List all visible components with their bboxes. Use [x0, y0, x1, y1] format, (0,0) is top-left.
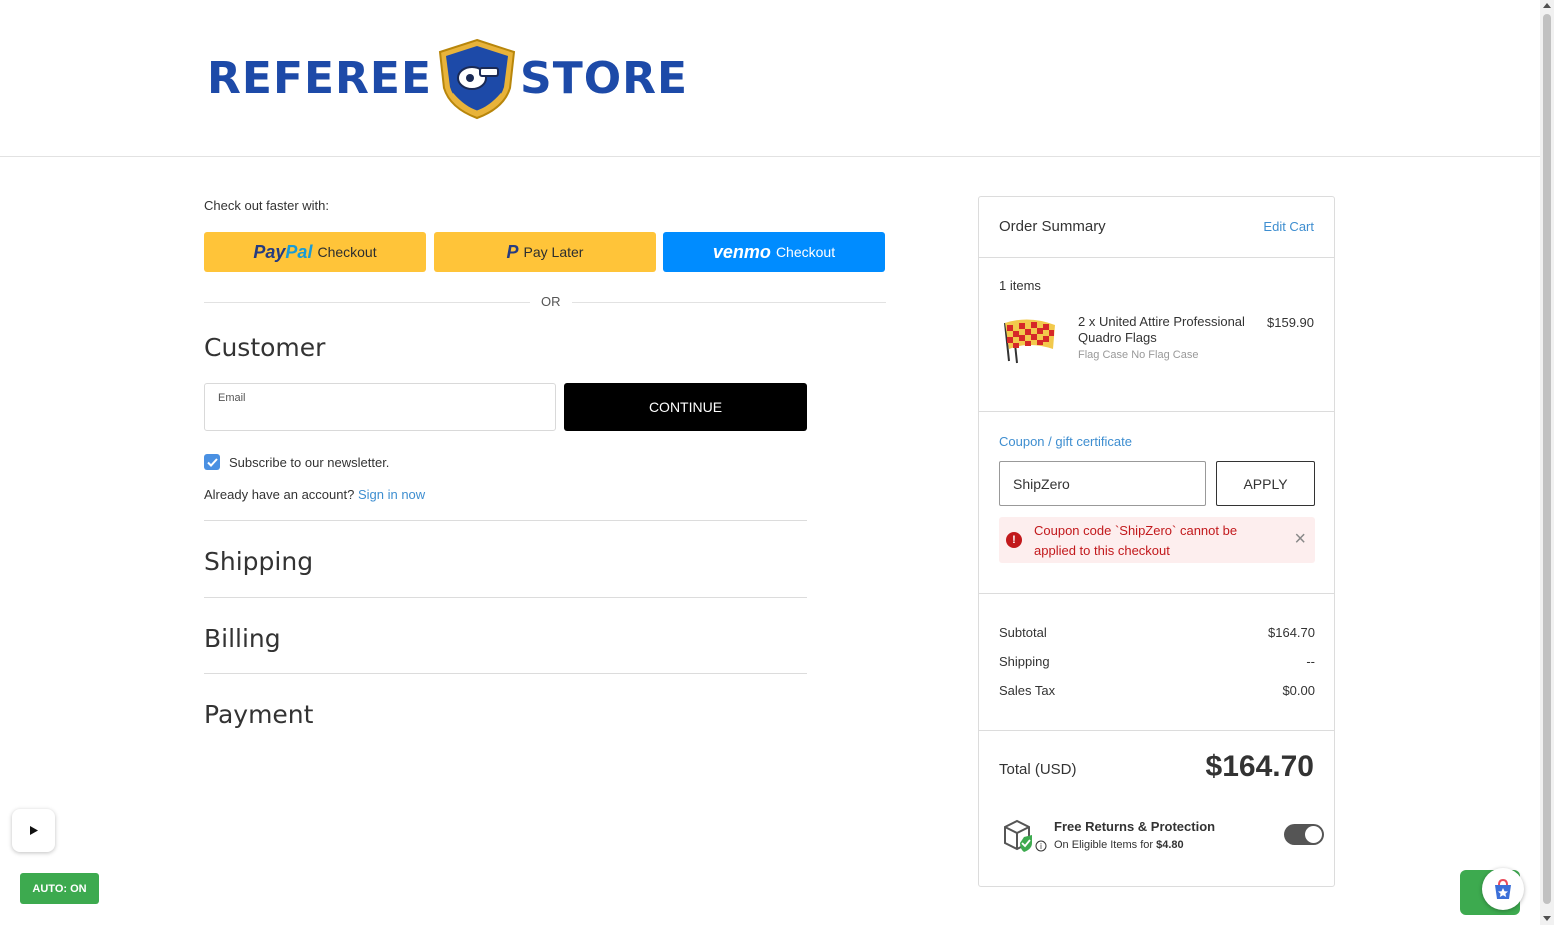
- product-price: $159.90: [1267, 315, 1314, 330]
- newsletter-row: Subscribe to our newsletter.: [204, 454, 389, 470]
- paypal-checkout-button[interactable]: PayPal Checkout: [204, 232, 426, 272]
- paypal-checkout-label: Checkout: [317, 244, 377, 260]
- product-name: 2 x United Attire Professional Quadro Fl…: [1078, 314, 1245, 345]
- checkered-flag-image: [1004, 319, 1055, 364]
- toggle-knob: [1305, 826, 1322, 843]
- express-checkout-label: Check out faster with:: [204, 198, 329, 213]
- play-button[interactable]: [12, 809, 55, 852]
- coupon-input[interactable]: [999, 461, 1206, 506]
- site-header: REFEREE STORE: [0, 0, 1540, 157]
- checkmark-icon: [206, 457, 218, 467]
- package-shield-icon: i: [1004, 819, 1047, 852]
- venmo-logo: venmo: [712, 241, 771, 262]
- scroll-up-icon[interactable]: [1543, 3, 1551, 8]
- shipping-row: Shipping --: [999, 654, 1315, 669]
- total-value: $164.70: [1205, 750, 1314, 783]
- subtotal-value: $164.70: [1268, 625, 1315, 640]
- order-summary-title: Order Summary: [999, 218, 1106, 235]
- error-icon: !: [1006, 532, 1022, 548]
- paypal-p-icon: P: [506, 241, 519, 262]
- subtotal-label: Subtotal: [999, 625, 1047, 640]
- summary-divider: [979, 593, 1334, 594]
- summary-divider: [979, 730, 1334, 731]
- store-logo[interactable]: REFEREE STORE: [207, 38, 697, 120]
- section-divider: [204, 597, 807, 598]
- or-text: OR: [530, 294, 572, 309]
- paypal-pay-later-button[interactable]: P Pay Later: [434, 232, 656, 272]
- close-icon[interactable]: ×: [1294, 529, 1306, 549]
- paypal-logo: PayPal: [253, 241, 313, 262]
- sign-in-link[interactable]: Sign in now: [358, 487, 425, 502]
- order-summary-header: Order Summary Edit Cart: [979, 197, 1334, 258]
- subtotal-row: Subtotal $164.70: [999, 625, 1315, 640]
- billing-title: Billing: [204, 624, 281, 653]
- shipping-title: Shipping: [204, 547, 314, 576]
- order-summary: Order Summary Edit Cart 1 items 2 x Unit…: [978, 196, 1335, 887]
- sales-tax-row: Sales Tax $0.00: [999, 683, 1315, 698]
- whistle-shield-icon: [438, 38, 516, 120]
- coupon-error-text: Coupon code `ShipZero` cannot be applied…: [1034, 523, 1238, 558]
- scroll-down-icon[interactable]: [1543, 916, 1551, 921]
- shipping-value: --: [1306, 654, 1315, 669]
- protection-price: $4.80: [1156, 839, 1184, 851]
- product-option: Flag Case No Flag Case: [1078, 349, 1199, 361]
- protection-subtitle: On Eligible Items for $4.80: [1054, 839, 1184, 851]
- section-divider: [204, 520, 807, 521]
- pay-later-label: Pay Later: [523, 244, 584, 260]
- auto-toggle-button[interactable]: AUTO: ON: [20, 873, 99, 904]
- logo-text-left: REFEREE: [207, 53, 433, 104]
- section-divider: [204, 673, 807, 674]
- apply-coupon-button[interactable]: APPLY: [1216, 461, 1315, 506]
- shipping-label: Shipping: [999, 654, 1050, 669]
- protection-title: Free Returns & Protection: [1054, 819, 1216, 834]
- coupon-toggle-link[interactable]: Coupon / gift certificate: [999, 434, 1132, 449]
- email-input[interactable]: [218, 406, 543, 426]
- email-field[interactable]: Email: [204, 383, 556, 431]
- logo-text-right: STORE: [520, 53, 689, 104]
- account-row: Already have an account? Sign in now: [204, 487, 425, 502]
- svg-text:i: i: [1040, 842, 1042, 851]
- sales-tax-label: Sales Tax: [999, 683, 1056, 698]
- venmo-checkout-label: Checkout: [775, 244, 836, 260]
- email-label: Email: [218, 392, 246, 404]
- protection-toggle[interactable]: [1284, 824, 1324, 845]
- continue-button[interactable]: CONTINUE: [564, 383, 807, 431]
- items-count: 1 items: [999, 278, 1041, 293]
- customer-title: Customer: [204, 333, 326, 362]
- shopping-bag-star-icon[interactable]: [1482, 868, 1524, 910]
- scroll-thumb[interactable]: [1543, 14, 1551, 904]
- edit-cart-link[interactable]: Edit Cart: [1263, 219, 1314, 234]
- account-prompt: Already have an account?: [204, 487, 355, 502]
- newsletter-label: Subscribe to our newsletter.: [229, 454, 390, 470]
- newsletter-checkbox[interactable]: [204, 454, 220, 470]
- sales-tax-value: $0.00: [1282, 683, 1315, 698]
- total-label: Total (USD): [999, 761, 1077, 778]
- venmo-checkout-button[interactable]: venmo Checkout: [663, 232, 885, 272]
- summary-divider: [979, 411, 1334, 412]
- coupon-error-alert: ! Coupon code `ShipZero` cannot be appli…: [999, 517, 1315, 563]
- play-icon: [29, 826, 38, 835]
- page-scrollbar[interactable]: [1540, 0, 1554, 925]
- payment-title: Payment: [204, 700, 314, 729]
